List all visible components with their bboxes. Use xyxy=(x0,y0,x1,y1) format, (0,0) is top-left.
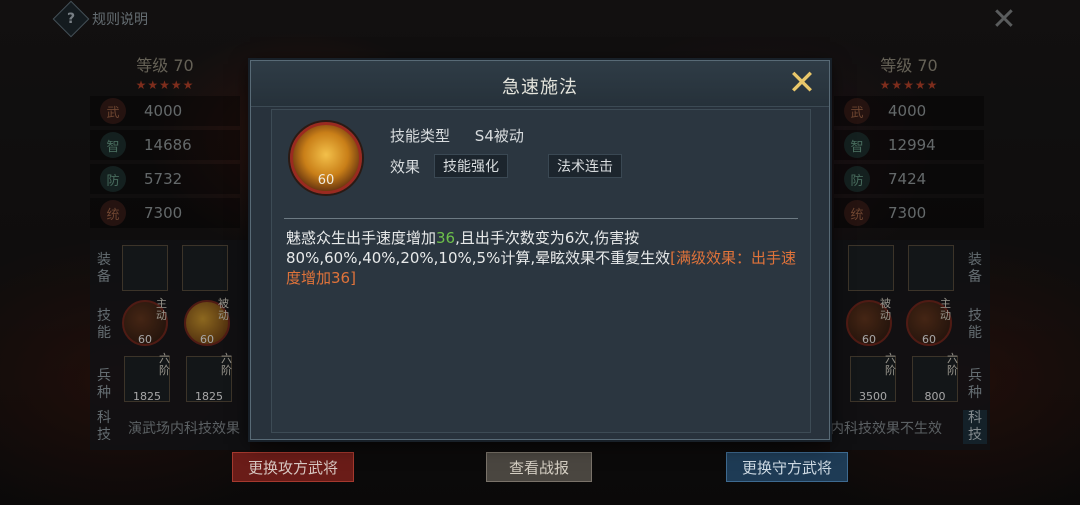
skill-description: 魅惑众生出手速度增加36,且出手次数变为6次,伤害按80%,60%,40%,20… xyxy=(286,228,800,288)
skill-detail-dialog: 急速施法 ✕ 60 技能类型 S4被动 效果 技能强化 法术连击 魅惑众生出手速… xyxy=(250,60,830,440)
desc-highlight: 36 xyxy=(436,229,456,247)
desc-text: 魅惑众生出手速度增加 xyxy=(286,229,437,247)
change-defender-button[interactable]: 更换守方武将 xyxy=(726,452,848,482)
skill-icon: 60 xyxy=(290,122,362,194)
skill-type-label: 技能类型 xyxy=(390,127,451,145)
skill-type-row: 技能类型 S4被动 xyxy=(390,125,524,146)
effect-chip: 技能强化 xyxy=(434,154,509,178)
skill-type-value: S4被动 xyxy=(474,127,524,145)
skill-info-panel: 60 技能类型 S4被动 效果 技能强化 法术连击 魅惑众生出手速度增加36,且… xyxy=(271,109,811,433)
change-attacker-button[interactable]: 更换攻方武将 xyxy=(232,452,354,482)
effect-row: 效果 技能强化 法术连击 xyxy=(390,154,623,178)
divider xyxy=(284,218,798,219)
effect-label: 效果 xyxy=(390,157,421,176)
effect-chip: 法术连击 xyxy=(548,154,623,178)
dialog-title: 急速施法 xyxy=(502,77,578,98)
skill-level: 60 xyxy=(317,173,335,188)
dialog-header: 急速施法 ✕ xyxy=(251,61,829,107)
view-report-button[interactable]: 查看战报 xyxy=(486,452,592,482)
dialog-close-icon[interactable]: ✕ xyxy=(785,66,819,101)
